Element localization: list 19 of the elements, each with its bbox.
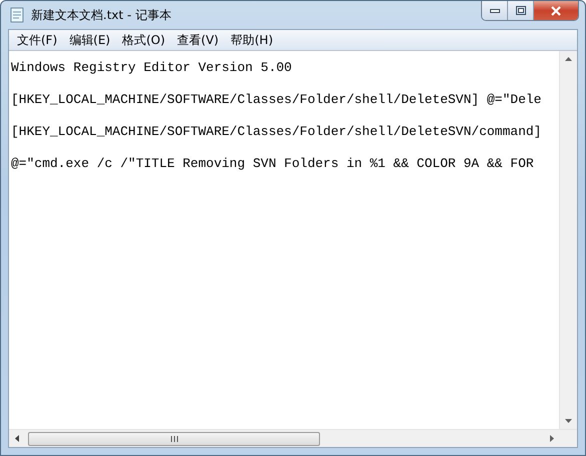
window-title: 新建文本文档.txt - 记事本 bbox=[31, 6, 172, 24]
maximize-button[interactable] bbox=[508, 1, 534, 20]
menu-item[interactable]: 编辑(E) bbox=[63, 32, 116, 48]
minimize-button[interactable] bbox=[482, 1, 508, 20]
minimize-icon bbox=[490, 8, 500, 12]
text-line: @="cmd.exe /c /"TITLE Removing SVN Folders in %1 && COLOR 9A && FOR bbox=[11, 155, 534, 173]
close-icon bbox=[550, 6, 562, 16]
menu-item[interactable]: 格式(O) bbox=[116, 32, 172, 48]
scrollbar-thumb[interactable] bbox=[28, 432, 320, 446]
text-line: [HKEY_LOCAL_MACHINE/SOFTWARE/Classes/Folder/shell/DeleteSVN] @="Dele bbox=[11, 91, 542, 109]
text-line: [HKEY_LOCAL_MACHINE/SOFTWARE/Classes/Folder/shell/DeleteSVN/command] bbox=[11, 123, 542, 141]
notepad-icon bbox=[9, 7, 25, 23]
menu-item[interactable]: 帮助(H) bbox=[224, 32, 279, 48]
maximize-icon bbox=[516, 6, 526, 15]
menu-item[interactable]: 查看(V) bbox=[171, 32, 225, 48]
menu-item[interactable]: 文件(F) bbox=[11, 32, 64, 48]
text-line: Windows Registry Editor Version 5.00 bbox=[11, 59, 292, 77]
grip-icon bbox=[170, 436, 178, 442]
close-button[interactable] bbox=[534, 1, 578, 20]
